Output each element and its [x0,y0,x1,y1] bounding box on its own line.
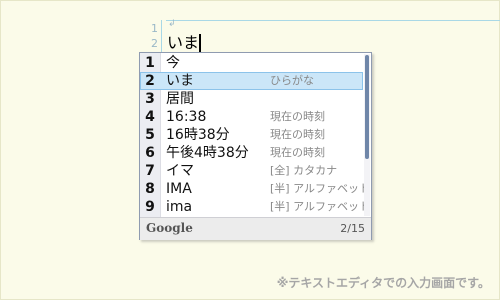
candidate-description: [半] アルファベット [270,200,370,213]
candidate-index: 9 [145,199,155,215]
candidate-scrollbar[interactable] [364,54,370,216]
candidate-index: 6 [145,145,155,161]
candidate-list: 1 今 2 いま ひらがな 3 居間 4 16:38 現在の時刻 5 16時38… [140,54,370,216]
candidate-index: 8 [145,181,155,197]
candidate-text: 居間 [166,91,194,107]
candidate-page-indicator: 2/15 [340,222,365,235]
candidate-text: ima [166,199,193,215]
candidate-text: IMA [166,181,192,197]
ime-candidate-window: 1 今 2 いま ひらがな 3 居間 4 16:38 現在の時刻 5 16時38… [139,52,372,240]
candidate-row[interactable]: 3 居間 [140,90,363,108]
google-brand-label: Google [146,221,193,235]
candidate-row[interactable]: 4 16:38 現在の時刻 [140,108,363,126]
candidate-description: 現在の時刻 [270,128,325,141]
candidate-index: 4 [145,109,155,125]
candidate-description: 現在の時刻 [270,146,325,159]
candidate-row[interactable]: 5 16時38分 現在の時刻 [140,126,363,144]
candidate-text: 16時38分 [166,127,230,143]
line-number-2: 2 [151,37,158,50]
candidate-text: 16:38 [166,109,207,125]
candidate-row[interactable]: 8 IMA [半] アルファベット [140,180,370,198]
candidate-footer: Google 2/15 [140,217,371,240]
text-caret [199,34,201,52]
candidate-description: 現在の時刻 [270,110,325,123]
candidate-description: [半] アルファベット [270,182,370,195]
candidate-row[interactable]: 9 ima [半] アルファベット [140,198,370,216]
candidate-index: 3 [145,91,155,107]
end-of-line-icon: ↲ [168,19,176,29]
screen-caption: ※テキストエディタでの入力画面です。 [276,276,490,290]
candidate-index: 5 [145,127,155,143]
scrollbar-thumb[interactable] [365,55,369,159]
editor-top-rule [166,20,500,21]
candidate-description: [全] カタカナ [270,164,338,177]
candidate-index: 2 [145,73,155,89]
line-number-1: 1 [151,22,158,35]
candidate-text: イマ [166,163,194,179]
candidate-description: ひらがな [270,74,314,87]
candidate-text: いま [166,73,194,89]
candidate-row[interactable]: 7 イマ [全] カタカナ [140,162,363,180]
candidate-index: 7 [145,163,155,179]
candidate-row[interactable]: 1 今 [140,54,363,72]
candidate-text: 今 [166,55,180,71]
candidate-row[interactable]: 6 午後4時38分 現在の時刻 [140,144,363,162]
candidate-row-selected[interactable]: 2 いま ひらがな [140,72,363,90]
composition-text: いま [167,33,201,53]
candidate-text: 午後4時38分 [166,145,249,161]
candidate-index: 1 [145,55,155,71]
